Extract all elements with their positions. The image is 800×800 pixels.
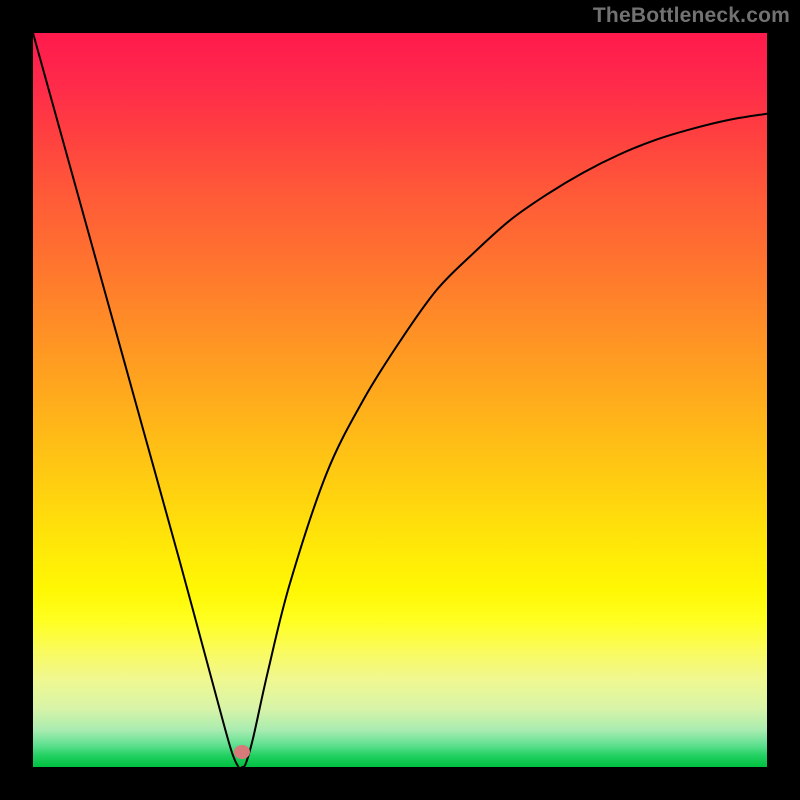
watermark-text: TheBottleneck.com	[593, 4, 790, 28]
chart-container: TheBottleneck.com	[0, 0, 800, 800]
plot-area	[33, 33, 767, 767]
bottleneck-curve	[33, 33, 767, 767]
minimum-marker	[234, 745, 250, 759]
